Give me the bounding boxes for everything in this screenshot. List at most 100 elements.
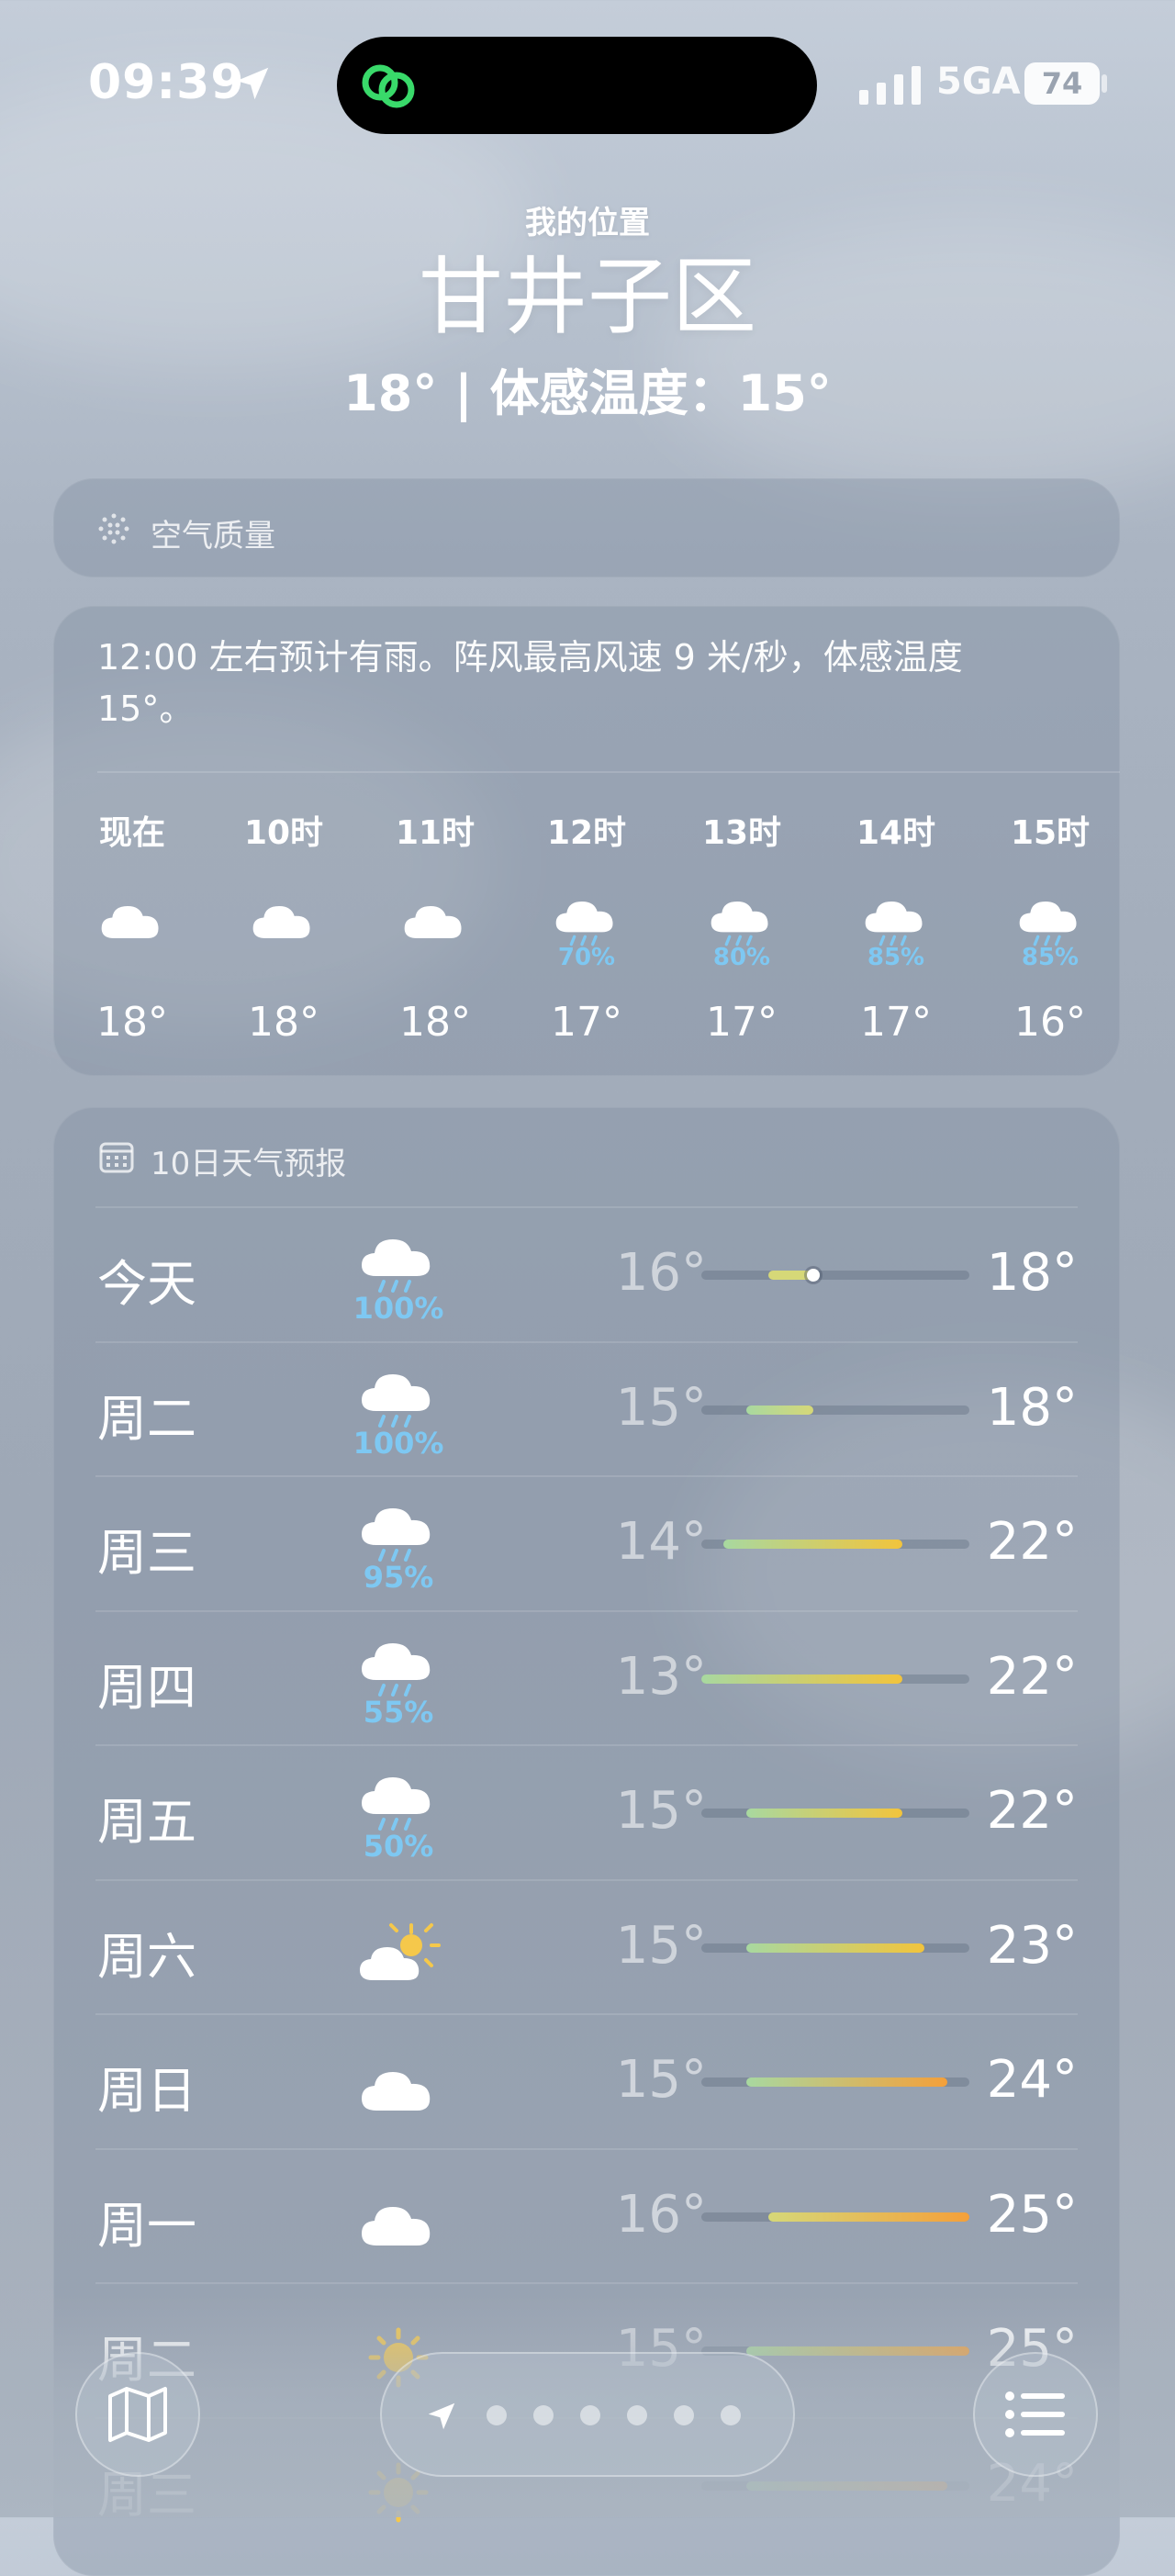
day-name: 周五 [97, 1793, 196, 1851]
page-dot [580, 2405, 600, 2425]
day-low-temp: 15° [615, 1915, 707, 1976]
cloud-rain-icon [362, 1777, 431, 1831]
page-dot [627, 2405, 647, 2425]
daily-forecast-row[interactable]: 周日 15° 24° [95, 2013, 1078, 2147]
location-label: 我的位置 [525, 205, 650, 241]
day-low-temp: 15° [615, 1377, 707, 1438]
temperature-range-bar [701, 1943, 969, 1953]
calendar-icon [99, 1142, 134, 1173]
hour-precip-chance: 70% [557, 944, 616, 971]
temperature-range-fill [745, 1405, 813, 1415]
hour-precip-chance: 85% [1021, 944, 1080, 971]
day-low-temp: 14° [615, 1512, 707, 1572]
hour-precip-chance [77, 944, 187, 971]
hour-label: 现在 [98, 814, 165, 852]
hourly-divider [97, 771, 1120, 773]
battery-tip [1102, 74, 1107, 93]
hour-temperature: 18° [96, 999, 168, 1046]
partly-sunny-icon [360, 1922, 441, 1980]
temperature-range-bar [701, 2078, 969, 2087]
hourly-item: 现在 18° [77, 806, 187, 1046]
day-low-temp: 16° [615, 2184, 707, 2245]
day-high-temp: 22° [986, 1512, 1078, 1572]
day-name: 周四 [97, 1658, 196, 1717]
day-low-temp: 16° [615, 1243, 707, 1303]
battery-icon: 74 [1024, 62, 1100, 105]
status-bar: 09:39 5GA 74 [0, 0, 1175, 165]
daily-forecast-title: 10日天气预报 [151, 1146, 347, 1182]
temperature-range-fill [745, 1809, 902, 1818]
day-high-temp: 22° [986, 1646, 1078, 1707]
day-low-temp: 15° [615, 1781, 707, 1841]
current-temp-marker [806, 1269, 820, 1282]
hour-precip-chance [380, 944, 490, 971]
hour-precip-chance: 85% [867, 944, 925, 971]
temperature-range-bar [701, 1540, 969, 1549]
hour-label: 14时 [856, 814, 936, 852]
day-high-temp: 18° [986, 1377, 1078, 1438]
temperature-range-bar [701, 2212, 969, 2222]
cloud-rain-icon [362, 1642, 431, 1697]
day-high-temp: 25° [986, 2184, 1078, 2245]
hourly-item: 12时 70% 17° [532, 806, 642, 1046]
daily-forecast-row[interactable]: 周五 50% 15° 22° [95, 1744, 1078, 1878]
day-precip-chance: 55% [363, 1694, 434, 1730]
hour-label: 10时 [243, 814, 324, 852]
temperature-range-bar [701, 1405, 969, 1415]
day-low-temp: 15° [615, 2050, 707, 2110]
page-dot [674, 2405, 694, 2425]
hourly-item: 11时 18° [380, 806, 490, 1046]
daily-forecast-row[interactable]: 今天 100% 16° 18° [95, 1206, 1078, 1340]
location-arrow-icon [236, 67, 269, 100]
day-high-temp: 23° [986, 1915, 1078, 1976]
day-precip-chance: 95% [363, 1560, 434, 1595]
city-name: 甘井子区 [418, 248, 756, 346]
temperature-range-fill [745, 1943, 925, 1953]
hour-label: 11时 [395, 814, 476, 852]
day-precip-chance: 100% [352, 1425, 444, 1461]
hour-temperature: 17° [551, 999, 622, 1046]
hour-temperature: 18° [399, 999, 471, 1046]
map-button[interactable] [75, 2352, 200, 2477]
cloud-rain-icon [362, 1373, 431, 1428]
air-quality-dots-icon [98, 513, 129, 544]
hour-label: 12时 [546, 814, 627, 852]
map-icon [108, 2387, 167, 2442]
daily-forecast-row[interactable]: 周二 100% 15° 18° [95, 1341, 1078, 1475]
signal-strength-icon [859, 66, 921, 105]
hour-precip-chance [229, 944, 339, 971]
cloud-rain-icon [362, 1239, 431, 1293]
temperature-range-fill [723, 1540, 902, 1549]
daily-forecast-row[interactable]: 周一 16° 25° [95, 2148, 1078, 2282]
day-name: 周一 [97, 2196, 196, 2255]
air-quality-label: 空气质量 [151, 518, 275, 554]
hour-temperature: 17° [706, 999, 778, 1046]
day-name: 周三 [97, 1524, 196, 1582]
hour-temperature: 17° [860, 999, 932, 1046]
page-dot [721, 2405, 741, 2425]
current-temperature: 18° | 体感温度：15° [343, 364, 832, 422]
temperature-range-bar [701, 1809, 969, 1818]
hour-temperature: 18° [248, 999, 319, 1046]
daily-forecast-row[interactable]: 周四 55% 13° 22° [95, 1610, 1078, 1744]
day-name: 今天 [97, 1255, 196, 1313]
locations-list-button[interactable] [973, 2352, 1098, 2477]
day-name: 周日 [97, 2062, 196, 2120]
daily-forecast-row[interactable]: 周六 15° 23° [95, 1879, 1078, 2013]
daily-forecast-row[interactable]: 周三 95% 14° 22° [95, 1475, 1078, 1609]
temperature-range-bar [701, 1269, 969, 1282]
day-high-temp: 18° [986, 1243, 1078, 1303]
day-precip-chance: 50% [363, 1829, 434, 1864]
location-arrow-icon [428, 2402, 455, 2430]
page-dot [487, 2405, 507, 2425]
hour-label: 15时 [1010, 814, 1091, 852]
hourly-item: 10时 18° [229, 806, 339, 1046]
cloud-rain-icon [362, 1508, 431, 1562]
day-high-temp: 24° [986, 2050, 1078, 2110]
temperature-range-fill [745, 2078, 947, 2087]
hourly-item: 13时 80% 17° [687, 806, 797, 1046]
cloud-icon [362, 2206, 431, 2246]
hour-precip-chance: 80% [712, 944, 771, 971]
list-icon [1005, 2391, 1065, 2437]
chain-link-icon [362, 64, 415, 108]
